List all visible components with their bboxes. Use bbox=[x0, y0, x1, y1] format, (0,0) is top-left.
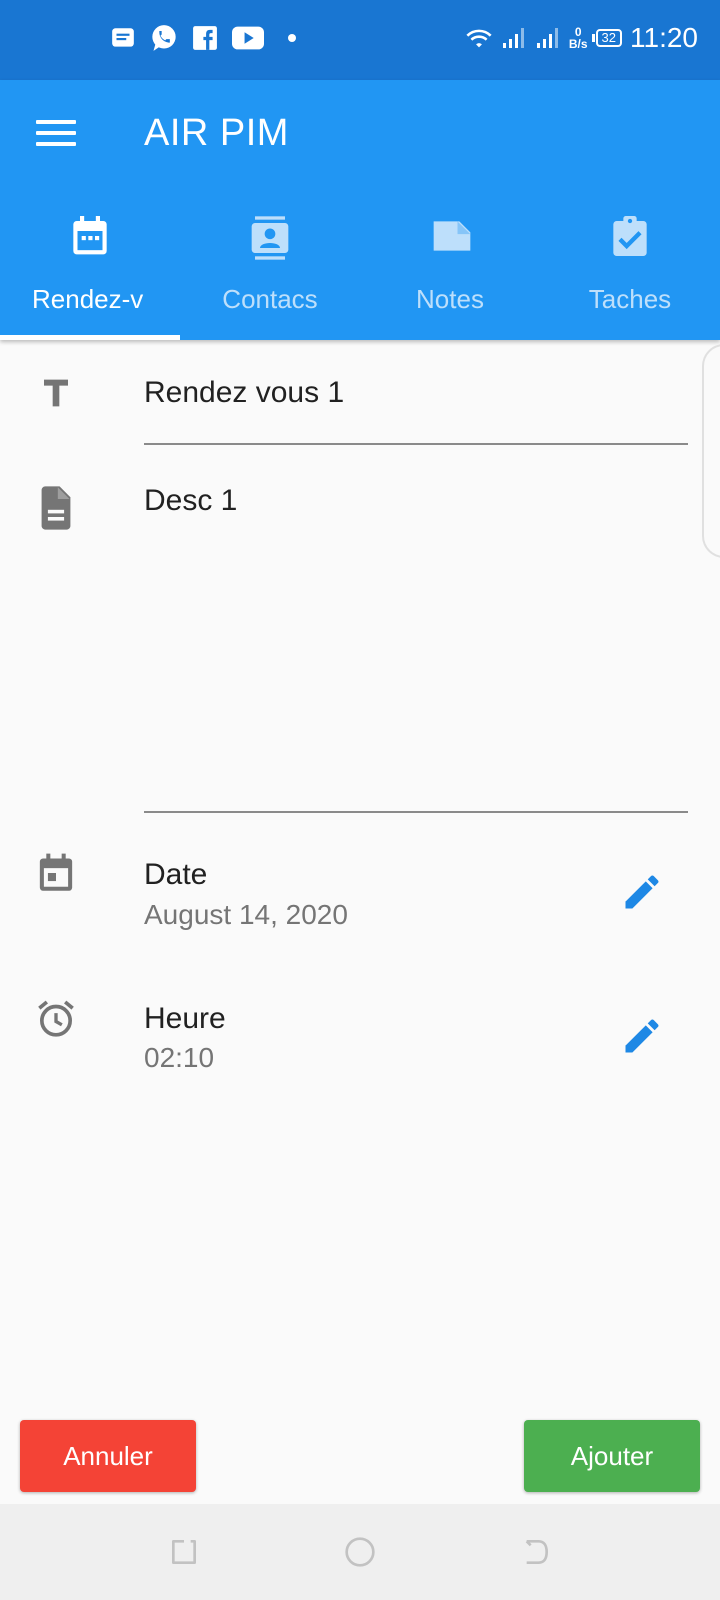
menu-icon bbox=[36, 120, 76, 146]
wifi-icon bbox=[466, 29, 492, 48]
title-icon bbox=[44, 379, 68, 407]
description-icon bbox=[41, 486, 71, 530]
time-label: Heure bbox=[144, 1002, 226, 1035]
app-bar: AIR PIM Rendez-v Contacs Notes Taches bbox=[0, 80, 720, 340]
description-underline bbox=[144, 811, 688, 813]
signal-icon bbox=[536, 28, 558, 48]
battery-indicator: 32 bbox=[591, 29, 622, 47]
status-time: 11:20 bbox=[630, 22, 698, 53]
tab-taches[interactable]: Taches bbox=[540, 208, 720, 340]
back-icon[interactable] bbox=[520, 1536, 552, 1568]
message-icon bbox=[112, 28, 134, 47]
title-underline bbox=[144, 443, 688, 445]
status-bar: 0 B/s 32 11:20 bbox=[0, 0, 720, 80]
tab-indicator bbox=[0, 335, 180, 340]
tab-label: Notes bbox=[416, 284, 484, 314]
tab-label: Taches bbox=[588, 284, 672, 314]
dot-icon bbox=[288, 34, 296, 42]
network-speed-unit: B/s bbox=[568, 37, 588, 51]
tab-notes[interactable]: Notes bbox=[360, 208, 540, 340]
add-button[interactable]: Ajouter bbox=[524, 1420, 700, 1492]
home-icon[interactable] bbox=[344, 1536, 376, 1568]
tab-rendez-vous[interactable]: Rendez-v bbox=[0, 208, 180, 340]
description-input[interactable]: Desc 1 bbox=[144, 484, 237, 518]
whatsapp-icon bbox=[152, 25, 176, 51]
tab-contacs[interactable]: Contacs bbox=[180, 208, 360, 340]
tab-label: Contacs bbox=[222, 284, 318, 314]
youtube-icon bbox=[232, 26, 264, 50]
calendar-icon bbox=[73, 216, 107, 255]
signal-icon bbox=[502, 28, 524, 48]
title-input[interactable]: Rendez vous 1 bbox=[144, 376, 344, 410]
contact-card-icon bbox=[251, 216, 289, 260]
tab-label: Rendez-v bbox=[32, 284, 144, 314]
note-icon bbox=[433, 221, 471, 251]
date-value: August 14, 2020 bbox=[144, 899, 348, 930]
facebook-icon bbox=[193, 26, 217, 50]
side-panel-handle[interactable] bbox=[702, 344, 720, 558]
edit-date-button[interactable] bbox=[620, 870, 664, 914]
clipboard-check-icon bbox=[613, 216, 647, 256]
edit-time-button[interactable] bbox=[620, 1014, 664, 1058]
system-nav-bar bbox=[0, 1504, 720, 1600]
app-title: AIR PIM bbox=[144, 112, 289, 154]
tab-bar: Rendez-v Contacs Notes Taches bbox=[0, 208, 720, 340]
cancel-button[interactable]: Annuler bbox=[20, 1420, 196, 1492]
menu-button[interactable] bbox=[36, 120, 76, 150]
date-label: Date bbox=[144, 858, 208, 891]
recent-apps-icon[interactable] bbox=[168, 1536, 200, 1568]
system-indicators: 0 B/s 32 11:20 bbox=[465, 22, 698, 54]
network-speed: 0 B/s bbox=[569, 26, 588, 50]
calendar-icon bbox=[39, 853, 73, 891]
notification-icons bbox=[110, 24, 296, 52]
time-value: 02:10 bbox=[144, 1042, 215, 1073]
alarm-icon bbox=[38, 1000, 74, 1037]
